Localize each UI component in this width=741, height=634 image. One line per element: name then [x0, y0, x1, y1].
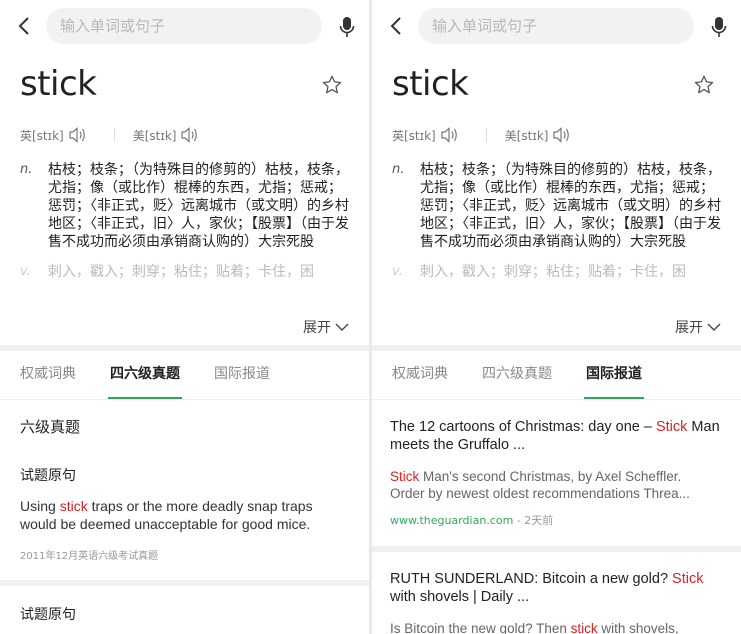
tab-authoritative-dictionary[interactable]: 权威词典: [20, 351, 76, 399]
speaker-icon[interactable]: [552, 126, 572, 144]
highlight-word: stick: [59, 498, 88, 514]
part-of-speech: n.: [392, 162, 405, 177]
news-item[interactable]: RUTH SUNDERLAND: Bitcoin a new gold? Sti…: [372, 552, 741, 634]
tab-authoritative-dictionary[interactable]: 权威词典: [392, 351, 448, 399]
example-sentence: Using stick traps or the more deadly sna…: [20, 497, 349, 533]
pron-us[interactable]: 美[stɪk]: [133, 126, 201, 144]
definitions: n. 枯枝；枝条；（为特殊目的修剪的）枯枝，枝条，尤指；像（或比作）棍棒的东西，…: [20, 161, 350, 279]
pron-us-label: 美[stɪk]: [504, 128, 549, 143]
tab-bar: 权威词典 四六级真题 国际报道: [0, 351, 369, 400]
definition-text: 刺入，戳入；刺穿；粘住；贴着；卡住，困: [48, 264, 314, 279]
news-item[interactable]: The 12 cartoons of Christmas: day one – …: [372, 400, 741, 552]
news-time: - 2天前: [513, 514, 554, 527]
tab-bar: 权威词典 四六级真题 国际报道: [372, 351, 741, 400]
search-box[interactable]: [418, 8, 694, 44]
tab-international-news[interactable]: 国际报道: [584, 351, 644, 399]
news-title-text: The 12 cartoons of Christmas: day one –: [390, 419, 656, 435]
search-bar: [372, 8, 741, 44]
definition-noun: n. 枯枝；枝条；（为特殊目的修剪的）枯枝，枝条，尤指；像（或比作）棍棒的东西，…: [20, 161, 350, 251]
search-input[interactable]: [60, 8, 300, 44]
search-bar: [0, 8, 369, 44]
news-title-text: with shovels | Daily ...: [390, 589, 530, 605]
part-of-speech: v.: [20, 264, 31, 279]
news-snippet-line-2: Order by newest oldest recommendations T…: [390, 486, 690, 501]
definition-text: 刺入，戳入；刺穿；粘住；贴着；卡住，困: [420, 264, 686, 279]
chevron-down-icon: [707, 323, 721, 331]
definition-verb: v. 刺入，戳入；刺穿；粘住；贴着；卡住，困: [392, 263, 722, 279]
microphone-icon[interactable]: [711, 16, 727, 38]
part-of-speech: v.: [392, 264, 403, 279]
highlight-word: Stick: [672, 571, 704, 587]
back-arrow-icon[interactable]: [14, 15, 36, 37]
pron-uk-label: 英[stɪk]: [392, 128, 436, 143]
news-domain[interactable]: www.theguardian.com: [390, 514, 513, 527]
definition-text: 枯枝；枝条；（为特殊目的修剪的）枯枝，枝条，尤指；像（或比作）棍棒的东西，尤指；…: [420, 162, 721, 250]
snippet-text: Is Bitcoin the new gold? Then: [390, 621, 571, 634]
tab-international-news[interactable]: 国际报道: [214, 351, 270, 399]
pron-uk[interactable]: 英[stɪk]: [392, 126, 460, 144]
news-list: The 12 cartoons of Christmas: day one – …: [372, 400, 741, 634]
expand-button[interactable]: 展开: [303, 317, 349, 337]
news-snippet-line-1: Is Bitcoin the new gold? Then stick with…: [390, 620, 723, 634]
news-title-text: RUTH SUNDERLAND: Bitcoin a new gold?: [390, 571, 673, 587]
sentence-source: 2011年12月英语六级考试真题: [20, 551, 159, 562]
sentence-text: Using: [20, 498, 60, 514]
definitions: n. 枯枝；枝条；（为特殊目的修剪的）枯枝，枝条，尤指；像（或比作）棍棒的东西，…: [392, 161, 722, 279]
headword: stick: [20, 64, 97, 104]
pronunciations: 英[stɪk] 美[stɪk]: [392, 126, 572, 144]
pron-us-label: 美[stɪk]: [132, 128, 177, 143]
snippet-text: Man's second Christmas, by Axel Scheffle…: [419, 469, 682, 484]
news-title[interactable]: RUTH SUNDERLAND: Bitcoin a new gold? Sti…: [390, 552, 723, 606]
favorite-star-icon[interactable]: [321, 74, 343, 96]
exam-content: 六级真题 试题原句 Using stick traps or the more …: [0, 416, 369, 624]
tab-cet-exam[interactable]: 四六级真题: [482, 351, 552, 399]
expand-label: 展开: [675, 320, 703, 336]
definition-noun: n. 枯枝；枝条；（为特殊目的修剪的）枯枝，枝条，尤指；像（或比作）棍棒的东西，…: [392, 161, 722, 251]
expand-label: 展开: [303, 320, 331, 336]
speaker-icon[interactable]: [180, 126, 200, 144]
snippet-text: with shovels,: [597, 621, 679, 634]
expand-button[interactable]: 展开: [675, 317, 721, 337]
word-header: stick 英[stɪk] 美[stɪk] n. 枯枝；枝条；（为特殊目的修剪的…: [0, 0, 369, 351]
pron-separator: [113, 128, 115, 142]
highlight-word: Stick: [390, 469, 420, 484]
headword: stick: [392, 64, 469, 104]
section-title: 六级真题: [20, 418, 81, 436]
speaker-icon[interactable]: [440, 126, 460, 144]
part-of-speech: n.: [20, 162, 33, 177]
news-meta: www.theguardian.com - 2天前: [390, 512, 723, 528]
definition-verb: v. 刺入，戳入；刺穿；粘住；贴着；卡住，困: [20, 263, 350, 279]
search-box[interactable]: [46, 8, 322, 44]
news-title[interactable]: The 12 cartoons of Christmas: day one – …: [390, 400, 723, 454]
sub-title-2: 试题原句: [20, 607, 76, 623]
pron-separator: [485, 128, 487, 142]
back-arrow-icon[interactable]: [386, 15, 408, 37]
favorite-star-icon[interactable]: [693, 74, 715, 96]
highlight-word: Stick: [655, 419, 688, 435]
pronunciations: 英[stɪk] 美[stɪk]: [20, 126, 200, 144]
highlight-word: stick: [570, 621, 598, 634]
sub-title: 试题原句: [20, 468, 76, 484]
news-snippet-line-1: Stick Man's second Christmas, by Axel Sc…: [390, 468, 723, 485]
pron-us[interactable]: 美[stɪk]: [505, 126, 573, 144]
left-screen: stick 英[stɪk] 美[stɪk] n. 枯枝；枝条；（为特殊目的修剪的…: [0, 0, 369, 634]
divider: [0, 580, 369, 586]
definition-text: 枯枝；枝条；（为特殊目的修剪的）枯枝，枝条，尤指；像（或比作）棍棒的东西，尤指；…: [48, 162, 349, 250]
pron-uk[interactable]: 英[stɪk]: [20, 126, 88, 144]
right-screen: stick 英[stɪk] 美[stɪk] n. 枯枝；枝条；（为特殊目的修剪的…: [372, 0, 741, 634]
tab-cet-exam[interactable]: 四六级真题: [108, 351, 182, 399]
word-header: stick 英[stɪk] 美[stɪk] n. 枯枝；枝条；（为特殊目的修剪的…: [372, 0, 741, 351]
pron-uk-label: 英[stɪk]: [20, 128, 64, 143]
screenshot-pair: stick 英[stɪk] 美[stɪk] n. 枯枝；枝条；（为特殊目的修剪的…: [0, 0, 741, 634]
microphone-icon[interactable]: [339, 16, 355, 38]
speaker-icon[interactable]: [68, 126, 88, 144]
search-input[interactable]: [432, 8, 672, 44]
chevron-down-icon: [335, 323, 349, 331]
